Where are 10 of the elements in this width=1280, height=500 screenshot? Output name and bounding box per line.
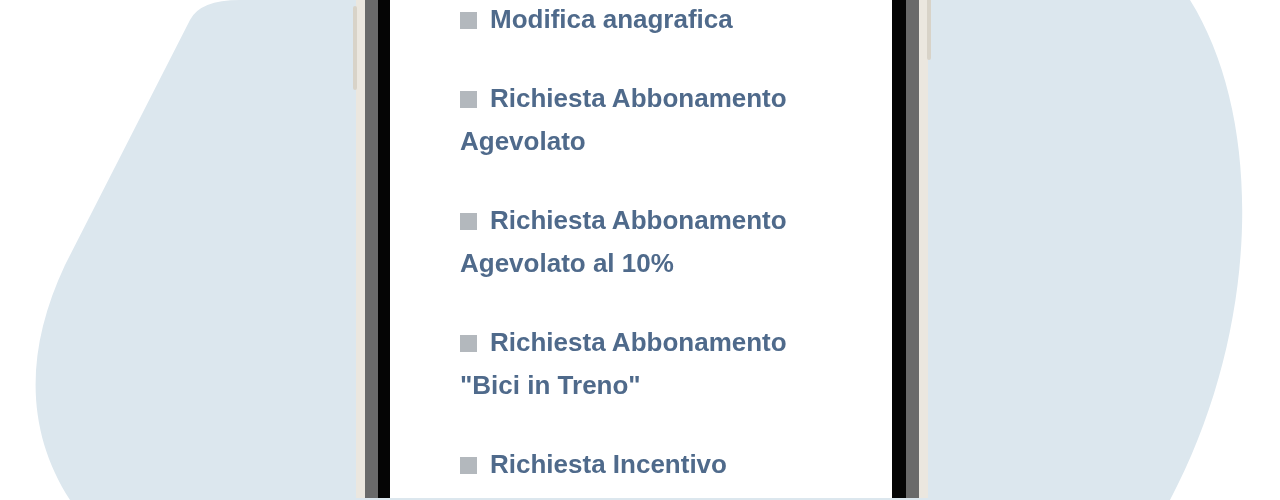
square-bullet-icon xyxy=(460,213,477,230)
menu-link[interactable]: Richiesta Abbonamento Agevolato xyxy=(460,77,836,163)
menu-link[interactable]: Richiesta Abbonamento Agevolato al 10% xyxy=(460,199,836,285)
square-bullet-icon xyxy=(460,12,477,29)
menu-link[interactable]: Richiesta Incentivo xyxy=(460,443,836,486)
menu-link[interactable]: Richiesta Abbonamento "Bici in Treno" xyxy=(460,321,836,407)
square-bullet-icon xyxy=(460,91,477,108)
square-bullet-icon xyxy=(460,457,477,474)
menu-link[interactable]: Modifica anagrafica xyxy=(460,0,836,41)
square-bullet-icon xyxy=(460,335,477,352)
